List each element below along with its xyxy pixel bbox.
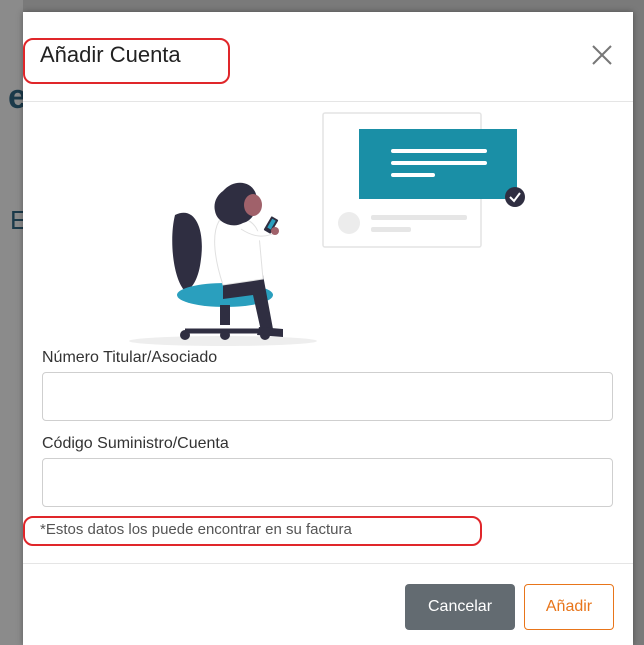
supply-code-input[interactable] <box>42 458 613 507</box>
add-button[interactable]: Añadir <box>524 584 614 630</box>
account-holder-label: Número Titular/Asociado <box>42 349 218 366</box>
account-holder-input[interactable] <box>42 372 613 421</box>
page-backdrop: e E <box>0 0 27 645</box>
supply-code-label: Código Suministro/Cuenta <box>42 435 229 452</box>
modal-header: Añadir Cuenta <box>23 12 633 102</box>
modal-title: Añadir Cuenta <box>40 42 181 67</box>
illustration-woman-with-phone <box>129 112 525 346</box>
footer-divider <box>23 563 633 564</box>
add-account-modal: Añadir Cuenta Número Titular/Asociado Có… <box>23 12 633 645</box>
close-icon[interactable] <box>589 42 615 68</box>
cancel-button[interactable]: Cancelar <box>405 584 515 630</box>
invoice-hint-text: *Estos datos los puede encontrar en su f… <box>40 521 352 538</box>
